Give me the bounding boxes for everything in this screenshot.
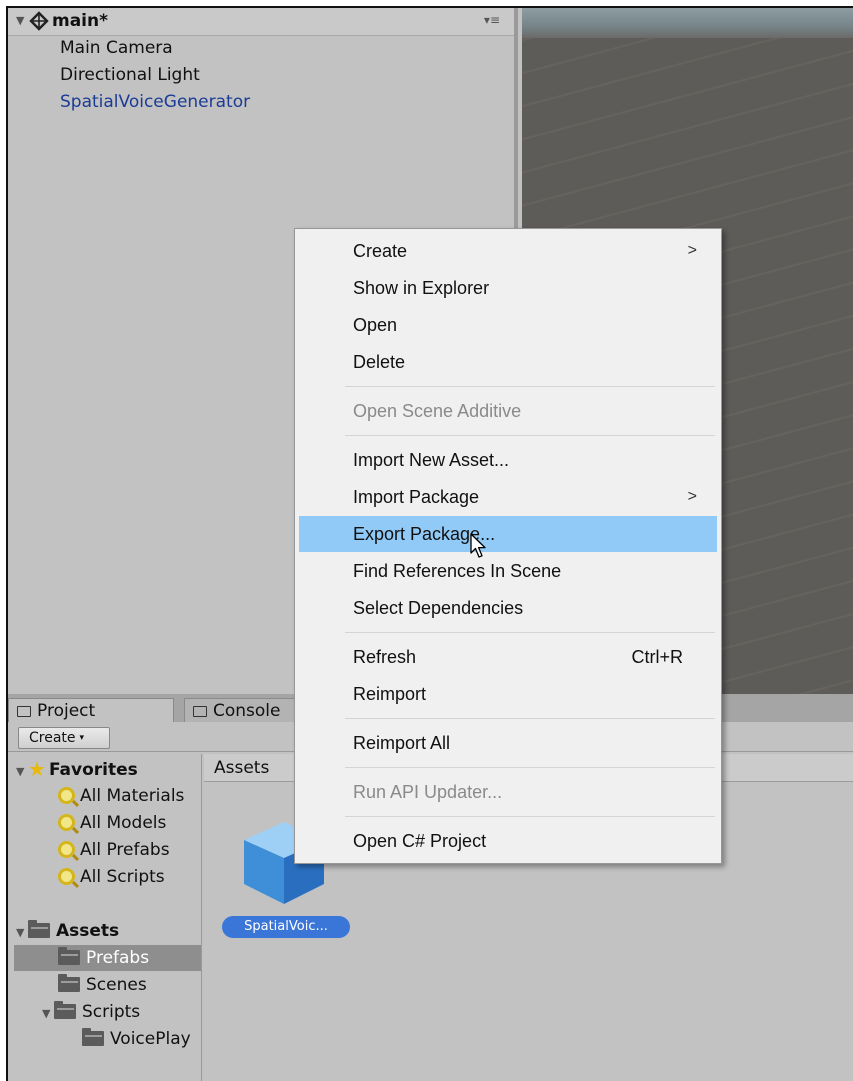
- submenu-arrow-icon: >: [687, 242, 697, 259]
- folder-icon: [28, 920, 50, 938]
- fold-open-icon[interactable]: ▼: [42, 1001, 54, 1027]
- tree-folder-scenes[interactable]: Scenes: [58, 972, 147, 998]
- menu-item-label: Import Package: [353, 487, 480, 507]
- folder-icon: [58, 974, 80, 992]
- menu-item-delete[interactable]: Delete: [299, 344, 717, 380]
- hierarchy-item-directional-light[interactable]: Directional Light: [60, 65, 200, 85]
- hierarchy-item-main-camera[interactable]: Main Camera: [60, 38, 173, 58]
- tab-project-label: Project: [37, 701, 96, 721]
- folder-icon: [54, 1001, 76, 1019]
- menu-item-create[interactable]: Create >: [299, 233, 717, 269]
- tree-item-label: All Models: [80, 813, 167, 833]
- shortcut-label: Ctrl+R: [631, 647, 683, 667]
- tree-assets-label: Assets: [56, 921, 120, 941]
- tree-item-all-materials[interactable]: All Materials: [58, 783, 184, 809]
- create-button-label: Create: [29, 730, 76, 746]
- tree-favorites-label: Favorites: [48, 760, 138, 780]
- menu-item-run-api-updater: Run API Updater...: [353, 782, 503, 802]
- tree-favorites[interactable]: ▼ ★ Favorites: [16, 756, 138, 782]
- tree-folder-prefabs[interactable]: Prefabs: [14, 945, 201, 971]
- scene-skybox: [522, 8, 853, 38]
- folder-tab-icon: [17, 706, 31, 717]
- menu-item-reimport-all[interactable]: Reimport All: [299, 725, 717, 761]
- menu-separator: [345, 816, 715, 817]
- unity-scene-icon: [29, 11, 49, 31]
- menu-separator: [345, 386, 715, 387]
- tree-folder-label: Scripts: [82, 1002, 141, 1022]
- tree-item-all-models[interactable]: All Models: [58, 810, 166, 836]
- search-filter-icon: [58, 868, 75, 885]
- tab-console-label: Console: [213, 701, 281, 721]
- menu-item-refresh[interactable]: Refresh Ctrl+R: [299, 639, 717, 675]
- submenu-arrow-icon: >: [687, 488, 697, 505]
- menu-item-reimport[interactable]: Reimport: [299, 676, 717, 712]
- tree-folder-scripts[interactable]: ▼ Scripts: [42, 999, 140, 1025]
- tree-item-label: All Materials: [80, 786, 185, 806]
- menu-item-export-package[interactable]: Export Package...: [299, 516, 717, 552]
- fold-open-icon[interactable]: ▼: [16, 920, 28, 946]
- menu-separator: [345, 718, 715, 719]
- project-folder-tree: ▼ ★ Favorites All Materials All Models All…: [8, 754, 202, 1081]
- panel-menu-icon[interactable]: ▾≡: [484, 13, 500, 27]
- tree-folder-label: Scenes: [86, 975, 147, 995]
- asset-item-label[interactable]: SpatialVoic...: [222, 916, 350, 938]
- fold-open-icon[interactable]: ▼: [16, 14, 24, 27]
- search-filter-icon: [58, 814, 75, 831]
- star-icon: ★: [28, 757, 46, 781]
- breadcrumb-assets[interactable]: Assets: [214, 758, 269, 778]
- menu-separator: [345, 767, 715, 768]
- console-tab-icon: [193, 706, 207, 717]
- menu-item-open-scene-additive: Open Scene Additive: [353, 401, 522, 421]
- tree-folder-label: VoicePlay: [110, 1029, 191, 1049]
- tab-project[interactable]: Project: [8, 698, 174, 722]
- menu-separator: [345, 435, 715, 436]
- tree-folder-voiceplay[interactable]: VoicePlay: [82, 1026, 191, 1052]
- menu-item-import-package[interactable]: Import Package >: [299, 479, 717, 515]
- tree-folder-label: Prefabs: [86, 948, 150, 968]
- tree-item-label: All Scripts: [80, 867, 165, 887]
- search-filter-icon: [58, 787, 75, 804]
- context-menu: Create > Show in Explorer Open Delete Op…: [294, 228, 722, 864]
- hierarchy-header: ▼ main* ▾≡: [8, 8, 514, 36]
- mouse-pointer-icon: [470, 533, 486, 558]
- menu-separator: [345, 632, 715, 633]
- menu-item-open[interactable]: Open: [299, 307, 717, 343]
- hierarchy-item-spatial-voice-generator[interactable]: SpatialVoiceGenerator: [60, 92, 250, 112]
- menu-item-find-references[interactable]: Find References In Scene: [299, 553, 717, 589]
- dropdown-arrow-icon: ▾: [79, 733, 85, 743]
- tree-assets[interactable]: ▼ Assets: [16, 918, 119, 944]
- menu-item-label: Refresh: [353, 647, 417, 667]
- tree-item-all-scripts[interactable]: All Scripts: [58, 864, 165, 890]
- tree-item-label: All Prefabs: [80, 840, 170, 860]
- menu-item-show-in-explorer[interactable]: Show in Explorer: [299, 270, 717, 306]
- folder-icon: [82, 1028, 104, 1046]
- menu-item-label: Create: [353, 241, 408, 261]
- folder-icon: [58, 947, 80, 965]
- fold-open-icon[interactable]: ▼: [16, 759, 28, 785]
- menu-item-import-new-asset[interactable]: Import New Asset...: [299, 442, 717, 478]
- tab-console[interactable]: Console: [184, 698, 304, 722]
- menu-item-select-dependencies[interactable]: Select Dependencies: [299, 590, 717, 626]
- menu-item-open-csharp-project[interactable]: Open C# Project: [299, 823, 717, 859]
- tree-item-all-prefabs[interactable]: All Prefabs: [58, 837, 170, 863]
- scene-title[interactable]: main*: [52, 11, 108, 31]
- create-dropdown-button[interactable]: Create ▾: [18, 727, 110, 749]
- search-filter-icon: [58, 841, 75, 858]
- unity-editor-window: ▼ main* ▾≡ Main Camera Directional Light…: [6, 6, 853, 1081]
